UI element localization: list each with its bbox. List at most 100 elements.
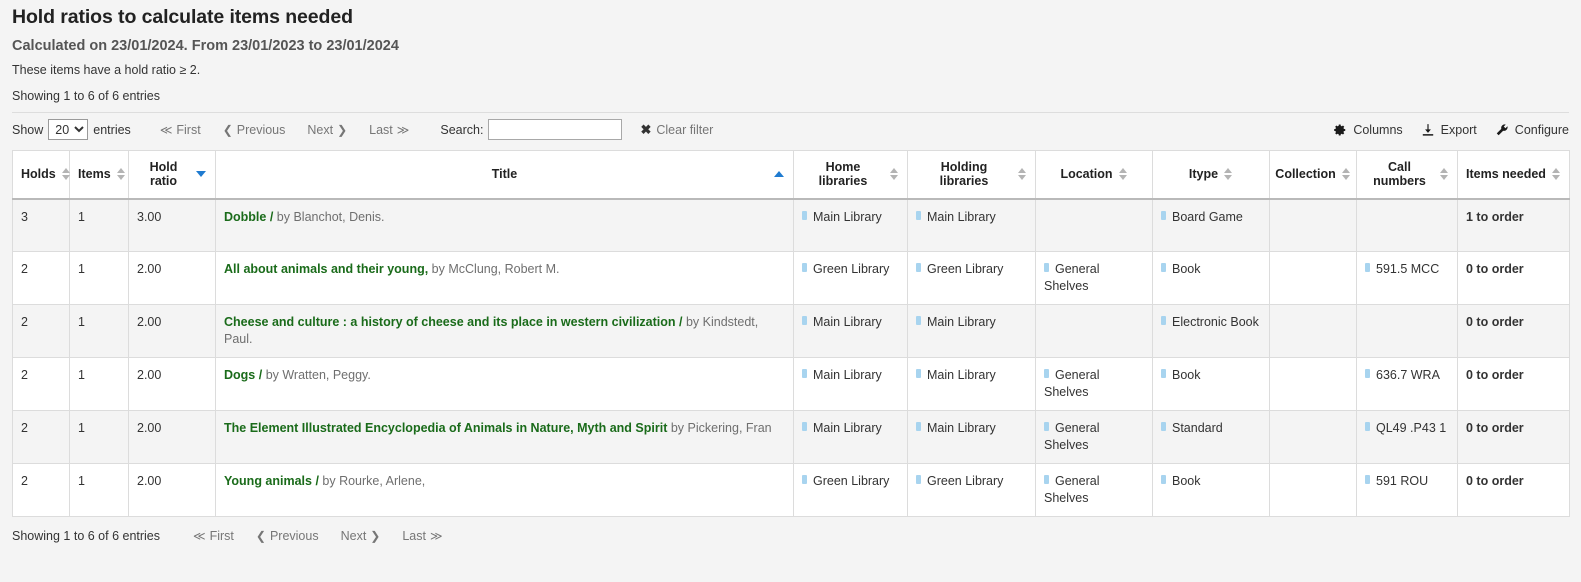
itype-cell: Electronic Book (1153, 305, 1270, 358)
title-link[interactable]: The Element Illustrated Encyclopedia of … (224, 421, 667, 435)
home-library-cell: Green Library (794, 464, 908, 517)
home-library-value: Main Library (813, 368, 882, 382)
wrench-icon (1495, 123, 1509, 137)
location-cell: General Shelves (1036, 252, 1153, 305)
column-header-title[interactable]: Title (216, 151, 794, 199)
header-row: Holds Items Hold ratio (13, 151, 1570, 199)
column-header-collection[interactable]: Collection (1270, 151, 1357, 199)
location-value: General Shelves (1044, 262, 1099, 293)
sort-indicator-icon (1552, 167, 1561, 181)
collection-cell (1270, 358, 1357, 411)
call-number-cell: 591.5 MCC (1357, 252, 1458, 305)
holding-library-cell: Main Library (908, 305, 1036, 358)
collection-cell (1270, 305, 1357, 358)
last-label: Last (369, 123, 393, 137)
header-label: Title (492, 167, 517, 181)
hold-ratios-table: Holds Items Hold ratio (12, 150, 1570, 517)
item-bullet-icon (1044, 422, 1049, 431)
title-link[interactable]: Cheese and culture : a history of cheese… (224, 315, 682, 329)
item-bullet-icon (802, 211, 807, 220)
page-length-select[interactable]: 20 (48, 119, 88, 140)
location-cell (1036, 199, 1153, 252)
chevron-right-icon: ❯ (370, 529, 380, 543)
column-header-call-numbers[interactable]: Call numbers (1357, 151, 1458, 199)
holding-library-cell: Green Library (908, 252, 1036, 305)
column-header-itype[interactable]: Itype (1153, 151, 1270, 199)
itype-value: Electronic Book (1172, 315, 1259, 329)
home-library-cell: Main Library (794, 411, 908, 464)
double-chevron-right-icon: ≫ (397, 123, 410, 137)
chevron-right-icon: ❯ (337, 123, 347, 137)
hold-ratio-cell: 2.00 (129, 464, 216, 517)
export-button[interactable]: Export (1421, 123, 1477, 137)
clear-filter-label: Clear filter (656, 123, 713, 137)
location-cell: General Shelves (1036, 358, 1153, 411)
column-header-holds[interactable]: Holds (13, 151, 70, 199)
next-page-button-bottom[interactable]: Next ❯ (330, 527, 392, 545)
first-label: First (176, 123, 200, 137)
title-link[interactable]: All about animals and their young, (224, 262, 428, 276)
column-header-items[interactable]: Items (70, 151, 129, 199)
header-label: Items needed (1466, 167, 1546, 181)
sort-indicator-icon (1018, 167, 1027, 181)
title-link[interactable]: Young animals / (224, 474, 319, 488)
title-cell[interactable]: Young animals / by Rourke, Arlene, (216, 464, 794, 517)
item-bullet-icon (1044, 475, 1049, 484)
call-number-value: QL49 .P43 1 (1376, 421, 1446, 435)
items-cell: 1 (70, 464, 129, 517)
title-author: by McClung, Robert M. (432, 262, 560, 276)
hold-ratio-cell: 2.00 (129, 252, 216, 305)
item-bullet-icon (1365, 475, 1370, 484)
table-head: Holds Items Hold ratio (13, 151, 1570, 199)
title-cell[interactable]: The Element Illustrated Encyclopedia of … (216, 411, 794, 464)
first-page-button-bottom[interactable]: ≪ First (182, 527, 245, 545)
header-label: Collection (1275, 167, 1335, 181)
columns-button[interactable]: Columns (1333, 123, 1402, 137)
item-bullet-icon (1044, 369, 1049, 378)
first-page-button-top[interactable]: ≪ First (149, 121, 212, 139)
items-needed-cell: 0 to order (1458, 411, 1570, 464)
last-page-button-top[interactable]: Last ≫ (358, 121, 420, 139)
column-header-hold-ratio[interactable]: Hold ratio (129, 151, 216, 199)
title-author: by Rourke, Arlene, (322, 474, 425, 488)
column-header-home-libraries[interactable]: Home libraries (794, 151, 908, 199)
items-needed-cell: 0 to order (1458, 305, 1570, 358)
table-row: 212.00Dogs / by Wratten, Peggy.Main Libr… (13, 358, 1570, 411)
next-page-button-top[interactable]: Next ❯ (296, 121, 358, 139)
item-bullet-icon (802, 422, 807, 431)
double-chevron-left-icon: ≪ (193, 529, 206, 543)
title-link[interactable]: Dogs / (224, 368, 262, 382)
itype-value: Book (1172, 262, 1201, 276)
last-page-button-bottom[interactable]: Last ≫ (391, 527, 453, 545)
items-cell: 1 (70, 199, 129, 252)
title-cell[interactable]: All about animals and their young, by Mc… (216, 252, 794, 305)
column-header-location[interactable]: Location (1036, 151, 1153, 199)
previous-page-button-bottom[interactable]: ❮ Previous (245, 527, 330, 545)
title-cell[interactable]: Cheese and culture : a history of cheese… (216, 305, 794, 358)
itype-value: Board Game (1172, 210, 1243, 224)
items-cell: 1 (70, 252, 129, 305)
column-header-items-needed[interactable]: Items needed (1458, 151, 1570, 199)
location-value: General Shelves (1044, 474, 1099, 505)
header-label: Holding libraries (916, 160, 1012, 189)
sort-indicator-icon (890, 167, 899, 181)
previous-page-button-top[interactable]: ❮ Previous (212, 121, 297, 139)
title-cell[interactable]: Dobble / by Blanchot, Denis. (216, 199, 794, 252)
title-cell[interactable]: Dogs / by Wratten, Peggy. (216, 358, 794, 411)
home-library-value: Green Library (813, 262, 889, 276)
last-label: Last (402, 529, 426, 543)
configure-button[interactable]: Configure (1495, 123, 1569, 137)
call-number-cell: QL49 .P43 1 (1357, 411, 1458, 464)
column-header-holding-libraries[interactable]: Holding libraries (908, 151, 1036, 199)
item-bullet-icon (1161, 316, 1166, 325)
page-title: Hold ratios to calculate items needed (12, 6, 1569, 29)
item-bullet-icon (916, 475, 921, 484)
title-link[interactable]: Dobble / (224, 210, 273, 224)
search-input[interactable] (488, 119, 622, 140)
hold-ratio-cell: 2.00 (129, 358, 216, 411)
call-number-cell: 636.7 WRA (1357, 358, 1458, 411)
show-label: Show (12, 123, 43, 137)
call-number-value: 591 ROU (1376, 474, 1428, 488)
clear-filter-button[interactable]: ✖ Clear filter (640, 122, 713, 138)
holding-library-cell: Green Library (908, 464, 1036, 517)
